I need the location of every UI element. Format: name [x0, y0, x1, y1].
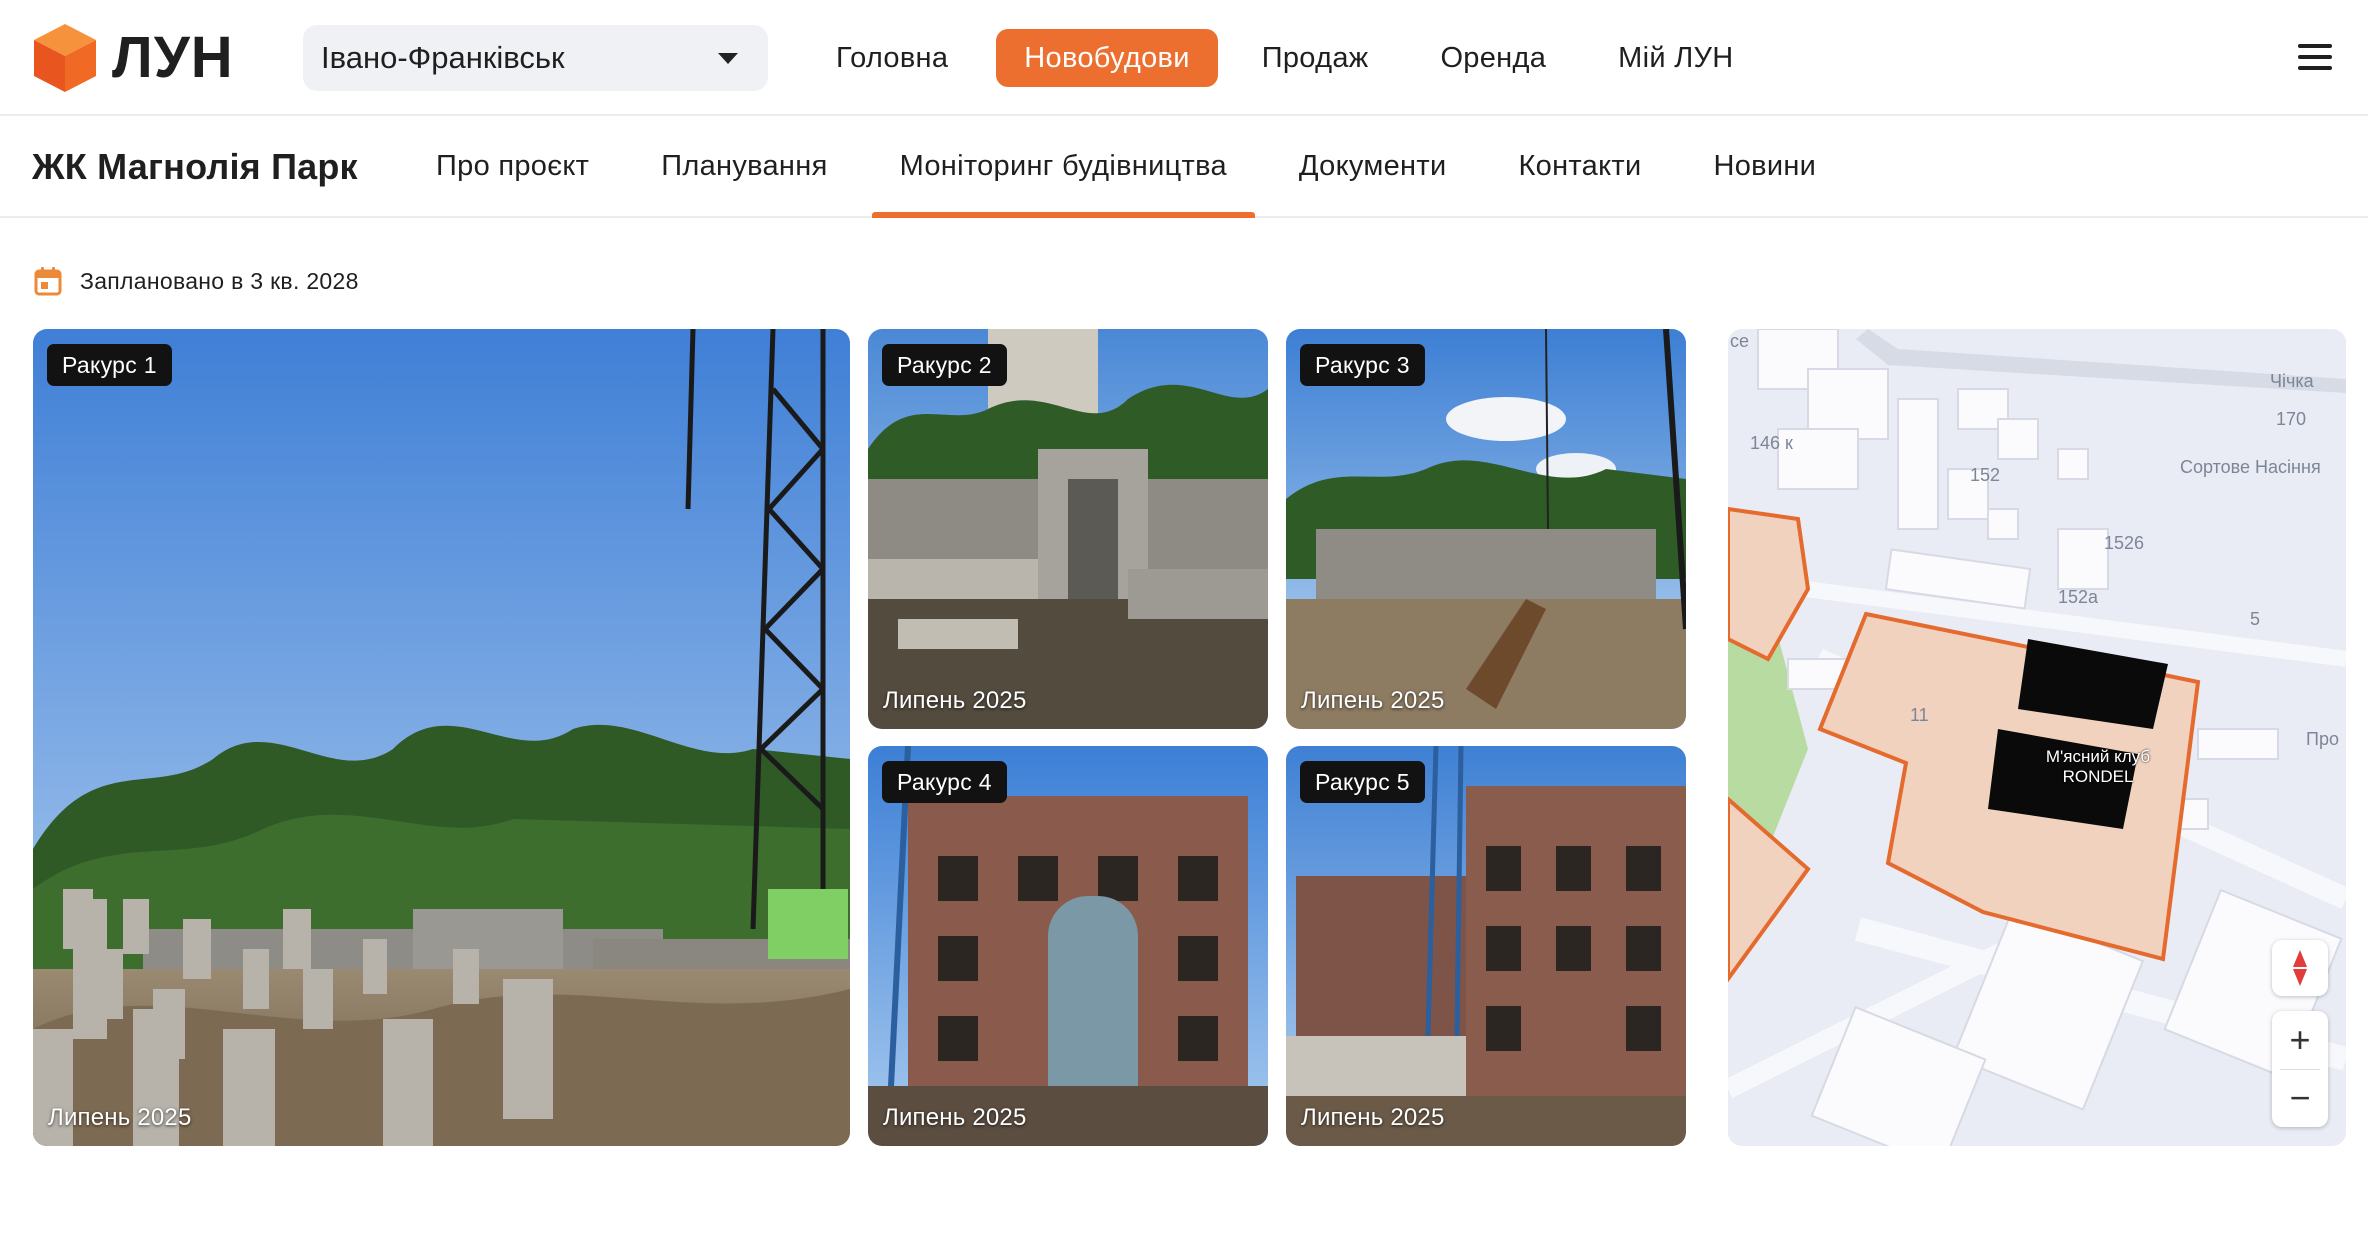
construction-photo-3[interactable]: Ракурс 3 Липень 2025 [1286, 329, 1686, 729]
project-header: ЖК Магнолія Парк Про проєкт Планування М… [0, 116, 2368, 218]
zoom-in-button[interactable]: + [2272, 1011, 2328, 1069]
construction-photo-4[interactable]: Ракурс 4 Липень 2025 [868, 746, 1268, 1146]
map-label: 1526 [2104, 533, 2145, 553]
angle-badge: Ракурс 3 [1300, 344, 1425, 386]
location-map[interactable]: ce 146 к Чічка 170 Сортове Насіння 152 1… [1728, 329, 2346, 1146]
construction-site-image [1286, 746, 1686, 1146]
zoom-out-button[interactable]: − [2272, 1069, 2328, 1127]
city-select[interactable]: Івано-Франківськ [303, 25, 768, 91]
planned-completion: Заплановано в 3 кв. 2028 [34, 264, 359, 298]
map-canvas [1728, 329, 2346, 1146]
angle-badge: Ракурс 5 [1300, 761, 1425, 803]
map-label: 146 к [1750, 433, 1793, 453]
map-label: 170 [2276, 409, 2307, 429]
photo-date: Липень 2025 [883, 1104, 1027, 1131]
top-header: ЛУН Івано-Франківськ Головна Новобудови … [0, 0, 2368, 116]
photo-date: Липень 2025 [883, 687, 1027, 714]
angle-badge: Ракурс 2 [882, 344, 1007, 386]
nav-item-my-lun[interactable]: Мій ЛУН [1594, 29, 1757, 87]
construction-site-image [1286, 329, 1686, 729]
compass-button[interactable] [2272, 940, 2328, 996]
photo-date: Липень 2025 [48, 1104, 192, 1131]
map-label: 152a [2058, 587, 2099, 607]
angle-badge: Ракурс 4 [882, 761, 1007, 803]
project-tabs: Про проєкт Планування Моніторинг будівни… [436, 116, 1888, 218]
planned-text: Заплановано в 3 кв. 2028 [80, 267, 359, 294]
angle-badge: Ракурс 1 [47, 344, 172, 386]
tab-contacts[interactable]: Контакти [1518, 116, 1641, 216]
nav-item-home[interactable]: Головна [812, 29, 972, 87]
photo-date: Липень 2025 [1301, 1104, 1445, 1131]
construction-site-image [868, 329, 1268, 729]
map-label: Сортове Насіння [2180, 457, 2321, 477]
construction-site-image [868, 746, 1268, 1146]
map-label: 5 [2250, 609, 2261, 629]
construction-photo-2[interactable]: Ракурс 2 Липень 2025 [868, 329, 1268, 729]
map-label: Чічка [2270, 371, 2314, 391]
compass-icon [2293, 950, 2307, 986]
chevron-down-icon [718, 53, 738, 64]
tab-news[interactable]: Новини [1713, 116, 1816, 216]
nav-item-rent[interactable]: Оренда [1416, 29, 1570, 87]
calendar-icon [34, 267, 62, 296]
map-poi-label[interactable]: М'ясний клуб RONDEL [2038, 747, 2158, 787]
map-label: 11 [1910, 705, 1929, 725]
menu-icon[interactable] [2298, 44, 2332, 70]
tab-documents[interactable]: Документи [1299, 116, 1447, 216]
tab-construction-monitoring[interactable]: Моніторинг будівництва [871, 116, 1256, 218]
logo-text: ЛУН [112, 25, 234, 90]
map-label: Про [2306, 729, 2339, 749]
lun-logo[interactable]: ЛУН [32, 22, 233, 94]
construction-photo-1[interactable]: Ракурс 1 Липень 2025 [33, 329, 850, 1146]
tab-layouts[interactable]: Планування [661, 116, 827, 216]
map-label: ce [1730, 331, 1750, 351]
nav-item-sale[interactable]: Продаж [1238, 29, 1393, 87]
construction-photo-5[interactable]: Ракурс 5 Липень 2025 [1286, 746, 1686, 1146]
map-label: 152 [1970, 465, 2001, 485]
city-select-value: Івано-Франківськ [321, 40, 565, 75]
cube-logo-icon [34, 24, 96, 92]
project-title: ЖК Магнолія Парк [32, 146, 358, 187]
tab-about-project[interactable]: Про проєкт [436, 116, 589, 216]
nav-item-new-buildings[interactable]: Новобудови [996, 29, 1218, 87]
photo-date: Липень 2025 [1301, 687, 1445, 714]
main-nav: Головна Новобудови Продаж Оренда Мій ЛУН [812, 28, 1782, 88]
zoom-control: + − [2272, 1011, 2328, 1127]
construction-site-image [33, 329, 850, 1146]
